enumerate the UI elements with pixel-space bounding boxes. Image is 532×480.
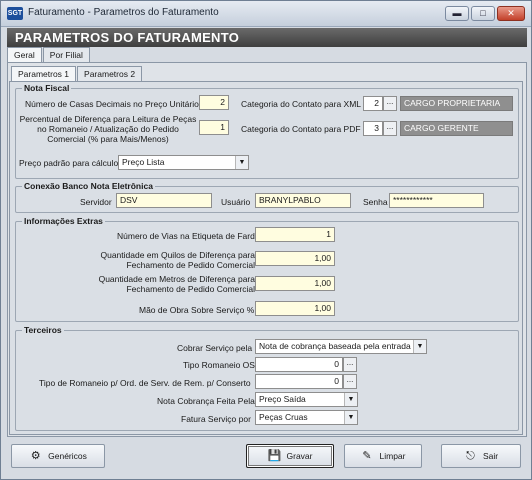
sair-label: Sair — [482, 451, 499, 461]
categoria-xml-label: Categoria do Contato para XML — [241, 99, 362, 109]
limpar-button[interactable]: ✎ Limpar — [344, 444, 422, 468]
percentual-diferenca-label: Percentual de Diferença para Leitura de … — [19, 114, 197, 144]
exit-door-icon: ⎋ — [466, 449, 475, 462]
conexao-legend: Conexão Banco Nota Eletrônica — [24, 181, 153, 191]
tab-parametros-1[interactable]: Parametros 1 — [11, 66, 77, 82]
floppy-disk-icon: 💾 — [267, 449, 282, 462]
servidor-input[interactable]: DSV — [116, 193, 212, 208]
cobrar-servico-select[interactable]: Nota de cobrança baseada pela entrada ▼ — [255, 339, 427, 354]
genericos-label: Genéricos — [48, 451, 87, 461]
usuario-label: Usuário — [221, 197, 251, 207]
title-bar[interactable]: SGT Faturamento - Parametros do Faturame… — [1, 1, 531, 27]
tipo-romaneio-os-input[interactable]: 0 — [255, 357, 343, 372]
eraser-icon: ✎ — [362, 449, 372, 462]
quilos-diferenca-input[interactable]: 1,00 — [255, 251, 335, 266]
quilos-diferenca-label: Quantidade em Quilos de Diferença para F… — [100, 250, 255, 270]
preco-padrao-select[interactable]: Preço Lista ▼ — [118, 155, 249, 170]
preco-padrao-value: Preço Lista — [122, 157, 165, 167]
tab-por-filial[interactable]: Por Filial — [42, 47, 90, 62]
fatura-servico-label: Fatura Serviço por — [181, 414, 251, 424]
senha-input[interactable]: ************ — [389, 193, 484, 208]
sair-button[interactable]: ⎋ Sair — [441, 444, 521, 468]
window-title: Faturamento - Parametros do Faturamento — [28, 7, 219, 18]
page-title: PARAMETROS DO FATURAMENTO — [7, 28, 527, 47]
nota-cobranca-select[interactable]: Preço Saída ▼ — [255, 392, 358, 407]
gravar-label: Gravar — [286, 451, 313, 461]
tools-icon: ⚙ — [30, 449, 41, 462]
vias-etiqueta-label: Número de Vias na Etiqueta de Fardo — [117, 231, 260, 241]
categoria-pdf-label: Categoria do Contato para PDF — [241, 124, 361, 134]
categoria-xml-code-input[interactable]: 2 — [363, 96, 383, 111]
tipo-romaneio-os-lookup-button[interactable]: ... — [343, 357, 357, 372]
mao-de-obra-input[interactable]: 1,00 — [255, 301, 335, 316]
preco-padrao-label: Preço padrão para cálculo — [19, 158, 119, 168]
mao-de-obra-label: Mão de Obra Sobre Serviço % — [139, 305, 255, 315]
genericos-button[interactable]: ⚙ Genéricos — [11, 444, 105, 468]
categoria-pdf-lookup-button[interactable]: ... — [383, 121, 397, 136]
nota-cobranca-value: Preço Saída — [259, 394, 306, 404]
percentual-diferenca-input[interactable]: 1 — [199, 120, 229, 135]
senha-label: Senha — [363, 197, 388, 207]
tipo-romaneio-conserto-input[interactable]: 0 — [255, 374, 343, 389]
categoria-xml-description: CARGO PROPRIETARIA — [400, 96, 513, 111]
vias-etiqueta-input[interactable]: 1 — [255, 227, 335, 242]
categoria-xml-lookup-button[interactable]: ... — [383, 96, 397, 111]
servidor-label: Servidor — [80, 197, 112, 207]
close-button[interactable]: ✕ — [497, 6, 525, 21]
cobrar-servico-value: Nota de cobrança baseada pela entrada — [259, 341, 411, 351]
terceiros-legend: Terceiros — [24, 325, 62, 335]
limpar-label: Limpar — [379, 451, 406, 461]
tab-parametros-2[interactable]: Parametros 2 — [77, 66, 143, 81]
gravar-button[interactable]: 💾 Gravar — [246, 444, 334, 468]
nota-fiscal-legend: Nota Fiscal — [24, 83, 70, 93]
tab-geral[interactable]: Geral — [7, 47, 42, 63]
main-window: SGT Faturamento - Parametros do Faturame… — [0, 0, 532, 480]
fatura-servico-select[interactable]: Peças Cruas ▼ — [255, 410, 358, 425]
chevron-down-icon[interactable]: ▼ — [344, 411, 357, 424]
tipo-romaneio-conserto-label: Tipo de Romaneio p/ Ord. de Serv. de Rem… — [39, 378, 251, 388]
chevron-down-icon[interactable]: ▼ — [344, 393, 357, 406]
inner-tab-bar: Parametros 1 Parametros 2 — [11, 66, 143, 82]
tipo-romaneio-os-label: Tipo Romaneio OS — [183, 360, 255, 370]
categoria-pdf-code-input[interactable]: 3 — [363, 121, 383, 136]
minimize-button[interactable]: ▬ — [445, 6, 469, 21]
casas-decimais-label: Número de Casas Decimais no Preço Unitár… — [25, 99, 199, 109]
nota-cobranca-label: Nota Cobrança Feita Pela — [157, 396, 255, 406]
informacoes-extras-legend: Informações Extras — [24, 216, 103, 226]
chevron-down-icon[interactable]: ▼ — [413, 340, 426, 353]
tipo-romaneio-conserto-lookup-button[interactable]: ... — [343, 374, 357, 389]
chevron-down-icon[interactable]: ▼ — [235, 156, 248, 169]
metros-diferenca-input[interactable]: 1,00 — [255, 276, 335, 291]
metros-diferenca-label: Quantidade em Metros de Diferença para F… — [98, 274, 255, 294]
app-logo-icon: SGT — [7, 7, 23, 20]
maximize-button[interactable]: □ — [471, 6, 495, 21]
outer-tab-bar: Geral Por Filial — [7, 47, 91, 63]
cobrar-servico-label: Cobrar Serviço pela — [177, 343, 253, 353]
casas-decimais-input[interactable]: 2 — [199, 95, 229, 110]
usuario-input[interactable]: BRANYLPABLO — [255, 193, 351, 208]
fatura-servico-value: Peças Cruas — [259, 412, 308, 422]
categoria-pdf-description: CARGO GERENTE — [400, 121, 513, 136]
